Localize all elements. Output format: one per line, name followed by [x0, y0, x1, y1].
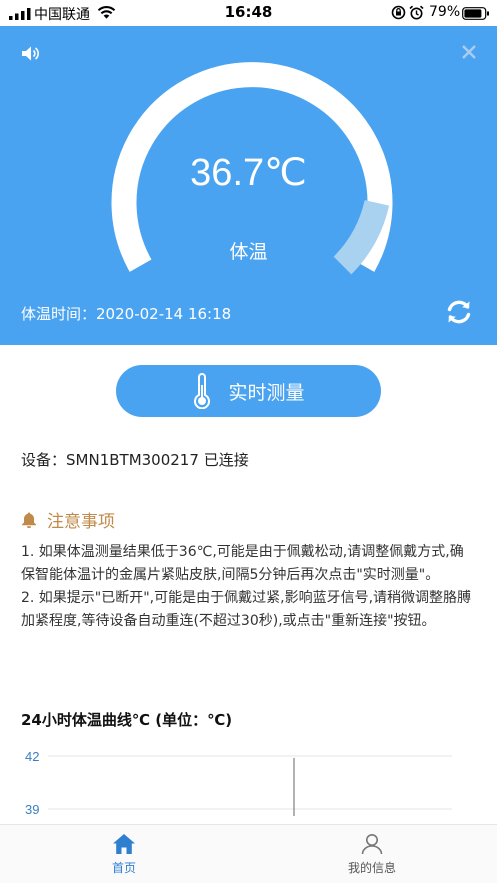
- device-id: SMN1BTM300217: [66, 451, 199, 469]
- close-icon[interactable]: [460, 43, 478, 61]
- battery-percent: 79%: [429, 4, 461, 20]
- speaker-icon[interactable]: [21, 45, 40, 62]
- battery-icon: [462, 7, 489, 20]
- measure-time-value: 2020-02-14 16:18: [96, 305, 232, 323]
- tab-home-label: 首页: [111, 861, 136, 875]
- temperature-value: 36.7℃: [190, 152, 307, 194]
- status-bar: 中国联通 16:48 79%: [0, 0, 497, 26]
- home-icon: [113, 834, 135, 854]
- measure-time-label: 体温时间：: [21, 305, 97, 323]
- notice-item: 2. 如果提示"已断开",可能是由于佩戴过紧,影响蓝牙信号,请稍微调整胳膊加紧程…: [21, 590, 472, 629]
- temperature-panel: 36.7℃ 体温 体温时间：2020-02-14 16:18: [0, 26, 497, 345]
- device-state: 已连接: [203, 451, 249, 469]
- bottom-tab-bar: 首页 我的信息: [0, 824, 497, 883]
- refresh-icon[interactable]: [445, 298, 473, 326]
- bell-icon: [22, 512, 36, 528]
- notice-heading: 注意事项: [21, 507, 115, 532]
- measure-time: 体温时间：2020-02-14 16:18: [21, 303, 231, 324]
- tab-my-info[interactable]: 我的信息: [312, 833, 432, 876]
- notice-title: 注意事项: [47, 512, 115, 532]
- tab-my-info-label: 我的信息: [347, 861, 396, 875]
- notice-list: 1. 如果体温测量结果低于36℃,可能是由于佩戴松动,请调整佩戴方式,确保智能体…: [21, 541, 477, 633]
- thermometer-icon: [194, 373, 211, 409]
- curve-title: 24小时体温曲线℃ (单位：℃): [21, 711, 233, 729]
- device-status: 设备：SMN1BTM300217 已连接: [21, 449, 249, 470]
- realtime-measure-button[interactable]: 实时测量: [116, 365, 381, 417]
- notice-item: 1. 如果体温测量结果低于36℃,可能是由于佩戴松动,请调整佩戴方式,确保智能体…: [21, 544, 464, 583]
- y-tick-label: 42: [25, 749, 39, 764]
- y-tick-label: 39: [25, 802, 39, 817]
- temperature-curve-chart: 42 39: [25, 749, 452, 817]
- realtime-measure-label: 实时测量: [228, 381, 305, 404]
- user-icon: [361, 834, 383, 855]
- device-label: 设备：: [21, 451, 67, 469]
- tab-home[interactable]: 首页: [64, 833, 184, 876]
- temperature-label: 体温: [229, 241, 268, 263]
- alarm-icon: [409, 5, 424, 20]
- rotation-lock-icon: [391, 5, 406, 20]
